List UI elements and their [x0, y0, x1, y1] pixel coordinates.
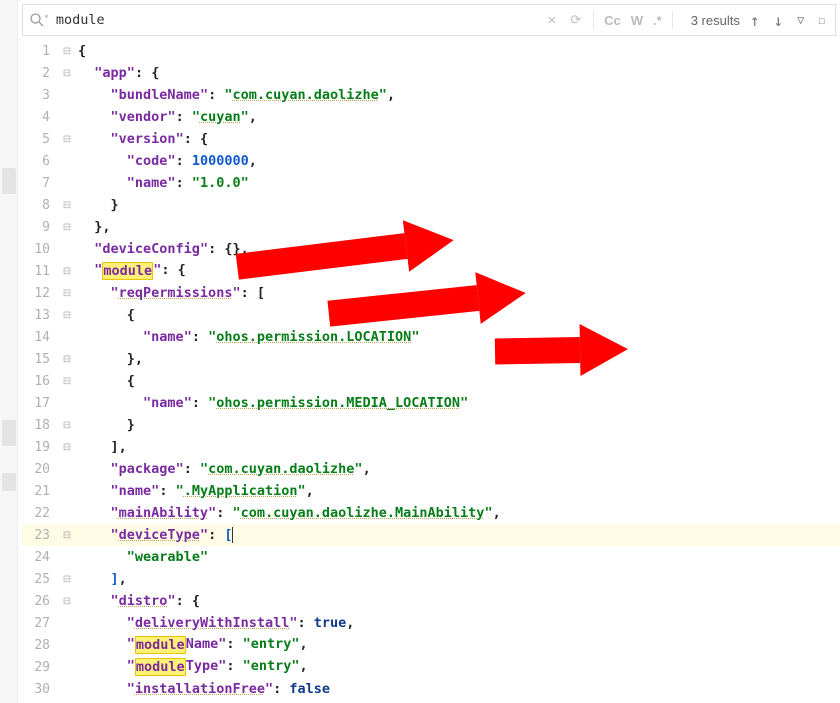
- line-number: 29: [22, 660, 58, 675]
- search-match: module: [102, 262, 153, 280]
- find-bar: ▾ × ⟳ Cc W .* 3 results ↑ ↓ ▽ ☐: [22, 4, 836, 36]
- search-input[interactable]: [56, 12, 116, 28]
- line-number: 13: [22, 308, 58, 323]
- line-number: 28: [22, 638, 58, 653]
- results-count: 3 results: [691, 13, 740, 28]
- line-number: 11: [22, 264, 58, 279]
- line-number: 25: [22, 572, 58, 587]
- clear-icon[interactable]: ×: [543, 12, 560, 29]
- line-number: 23: [22, 528, 58, 543]
- line-number: 10: [22, 242, 58, 257]
- line-number: 26: [22, 594, 58, 609]
- line-number: 6: [22, 154, 58, 169]
- line-number: 8: [22, 198, 58, 213]
- match-case-toggle[interactable]: Cc: [602, 13, 623, 28]
- search-match: module: [135, 658, 186, 676]
- active-line: 23⊟ "deviceType": [: [22, 524, 840, 546]
- line-number: 20: [22, 462, 58, 477]
- line-number: 18: [22, 418, 58, 433]
- side-tab[interactable]: [2, 473, 16, 491]
- line-number: 30: [22, 682, 58, 697]
- line-number: 2: [22, 66, 58, 81]
- line-number: 16: [22, 374, 58, 389]
- line-number: 22: [22, 506, 58, 521]
- line-number: 4: [22, 110, 58, 125]
- refresh-icon[interactable]: ⟳: [566, 12, 585, 28]
- line-number: 7: [22, 176, 58, 191]
- line-number: 24: [22, 550, 58, 565]
- search-icon: ▾: [29, 12, 50, 28]
- regex-toggle[interactable]: .*: [651, 13, 664, 28]
- side-tab[interactable]: [2, 168, 16, 194]
- line-number: 19: [22, 440, 58, 455]
- line-number: 5: [22, 132, 58, 147]
- line-number: 12: [22, 286, 58, 301]
- line-number: 17: [22, 396, 58, 411]
- line-number: 9: [22, 220, 58, 235]
- left-gutter-bar: [0, 0, 18, 703]
- line-number: 15: [22, 352, 58, 367]
- line-number: 14: [22, 330, 58, 345]
- prev-match-icon[interactable]: ↑: [746, 11, 764, 30]
- filter-icon[interactable]: ▽: [793, 13, 808, 27]
- toggle-panel-icon[interactable]: ☐: [814, 14, 829, 27]
- line-number: 27: [22, 616, 58, 631]
- caret: [232, 527, 233, 543]
- line-number: 3: [22, 88, 58, 103]
- side-tab[interactable]: [2, 420, 16, 446]
- search-match: module: [135, 636, 186, 654]
- code-editor[interactable]: 1⊟{ 2⊟ "app": { 3 "bundleName": "com.cuy…: [22, 40, 840, 703]
- line-number: 21: [22, 484, 58, 499]
- next-match-icon[interactable]: ↓: [770, 11, 788, 30]
- whole-word-toggle[interactable]: W: [629, 13, 645, 28]
- line-number: 1: [22, 44, 58, 59]
